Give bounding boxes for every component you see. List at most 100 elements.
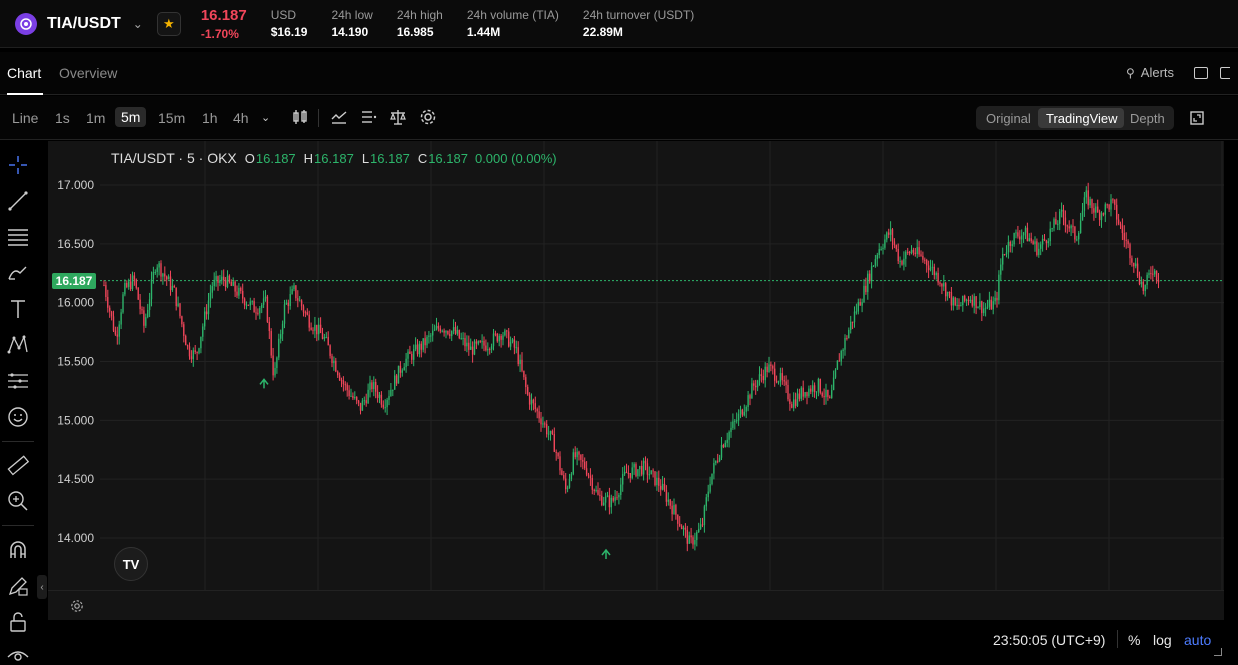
tab-chart[interactable]: Chart: [7, 65, 41, 81]
candle-body: [563, 475, 565, 479]
pair-name[interactable]: TIA/USDT: [47, 15, 121, 33]
alerts-button[interactable]: ⚲ Alerts: [1126, 65, 1174, 80]
timezone-clock[interactable]: 23:50:05 (UTC+9): [993, 632, 1105, 648]
time-axis[interactable]: [48, 590, 1224, 620]
candle-body: [924, 259, 926, 261]
trend-line-icon[interactable]: [6, 189, 30, 213]
candle-body: [147, 309, 149, 318]
pair-selector[interactable]: TIA/USDT ⌄: [15, 12, 143, 35]
eye-icon[interactable]: [6, 643, 30, 665]
candle-body: [1078, 232, 1080, 240]
text-icon[interactable]: [6, 297, 30, 321]
zoom-in-icon[interactable]: [6, 489, 30, 513]
candle-body: [318, 324, 320, 335]
chevron-down-icon[interactable]: ⌄: [261, 111, 270, 124]
emoji-icon[interactable]: [6, 405, 30, 429]
candle-body: [741, 409, 744, 416]
chevron-down-icon[interactable]: ⌄: [133, 17, 143, 31]
indicators-icon[interactable]: [330, 108, 348, 126]
timeframe-1h[interactable]: 1h: [202, 110, 218, 126]
candle-body: [893, 241, 896, 246]
tradingview-logo[interactable]: TV: [114, 547, 148, 581]
timeframe-5m[interactable]: 5m: [115, 107, 147, 127]
view-original[interactable]: Original: [986, 111, 1031, 126]
candle-body: [107, 297, 109, 308]
candle-body: [737, 413, 740, 421]
candle-body: [331, 355, 333, 364]
percent-toggle[interactable]: %: [1128, 632, 1140, 648]
view-depth[interactable]: Depth: [1130, 111, 1165, 126]
candle-body: [979, 301, 981, 307]
tab-overview[interactable]: Overview: [59, 65, 117, 81]
pattern-icon[interactable]: [6, 333, 30, 357]
collapse-sidebar-handle[interactable]: ‹: [37, 575, 47, 599]
unlock-icon[interactable]: [6, 610, 30, 634]
candle-body: [857, 302, 859, 312]
candle-type-icon[interactable]: [291, 108, 309, 126]
pencil-lock-icon[interactable]: [6, 574, 30, 598]
candle-body: [1154, 270, 1156, 275]
candle-body: [614, 497, 616, 501]
candle-body: [920, 254, 922, 256]
horizontal-lines-icon[interactable]: [6, 225, 30, 249]
star-icon[interactable]: ★: [156, 11, 181, 36]
candle-body: [468, 342, 470, 350]
candle-body: [196, 351, 198, 353]
projection-icon[interactable]: [6, 369, 30, 393]
timeframe-1m[interactable]: 1m: [86, 110, 105, 126]
gear-icon[interactable]: [419, 108, 437, 126]
resize-handle[interactable]: [1214, 648, 1222, 656]
candle-body: [584, 461, 586, 469]
candle-body: [139, 299, 141, 310]
candle-body: [880, 249, 882, 251]
candle-body: [717, 460, 719, 462]
layout-icon[interactable]: [1194, 67, 1208, 79]
view-tradingview[interactable]: TradingView: [1046, 111, 1118, 126]
ruler-icon[interactable]: [6, 453, 30, 477]
candle-body: [1047, 241, 1049, 244]
candle-body: [287, 302, 289, 307]
candlestick-chart[interactable]: 17.000 16.500 16.000 15.500 15.000 14.500 14.0…: [48, 141, 1224, 619]
tia-coin-icon: [15, 12, 37, 35]
gear-icon[interactable]: [70, 599, 84, 613]
candle-body: [169, 276, 172, 291]
candle-body: [280, 334, 282, 339]
brush-icon[interactable]: [6, 261, 30, 285]
auto-scale-toggle[interactable]: auto: [1184, 632, 1211, 648]
candle-body: [749, 395, 751, 399]
candle-body: [1049, 228, 1051, 242]
candle-body: [796, 393, 799, 406]
candle-body: [794, 399, 797, 406]
list-settings-icon[interactable]: [360, 108, 378, 126]
candle-body: [667, 499, 669, 502]
candle-body: [696, 532, 698, 541]
timeframe-15m[interactable]: 15m: [158, 110, 185, 126]
timeframe-4h[interactable]: 4h: [233, 110, 249, 126]
toolbar-divider: [318, 109, 319, 127]
candle-body: [1076, 239, 1078, 241]
compare-scale-icon[interactable]: [389, 108, 407, 126]
candle-body: [551, 430, 554, 435]
panel-toggle-icon[interactable]: [1220, 67, 1230, 79]
fullscreen-icon[interactable]: [1190, 111, 1204, 125]
magnet-icon[interactable]: [6, 538, 30, 562]
timeframe-line[interactable]: Line: [12, 110, 38, 126]
price-block: 16.187 -1.70%: [201, 7, 247, 41]
crosshair-icon[interactable]: [6, 153, 30, 177]
candle-body: [783, 380, 785, 382]
candle-body: [1108, 204, 1110, 210]
candle-body: [1144, 284, 1146, 291]
price-chart[interactable]: 17.000 16.500 16.000 15.500 15.000 14.500 14.0…: [48, 141, 1224, 619]
candle-body: [916, 247, 918, 254]
candle-body: [810, 388, 812, 392]
candle-body: [604, 496, 607, 503]
candle-body: [371, 382, 373, 390]
candle-body: [494, 333, 497, 335]
candle-body: [350, 395, 352, 397]
candle-body: [399, 365, 402, 373]
candle-body: [1011, 244, 1013, 246]
candle-body: [578, 451, 580, 455]
log-toggle[interactable]: log: [1153, 632, 1172, 648]
candle-body: [622, 474, 624, 485]
timeframe-1s[interactable]: 1s: [55, 110, 70, 126]
